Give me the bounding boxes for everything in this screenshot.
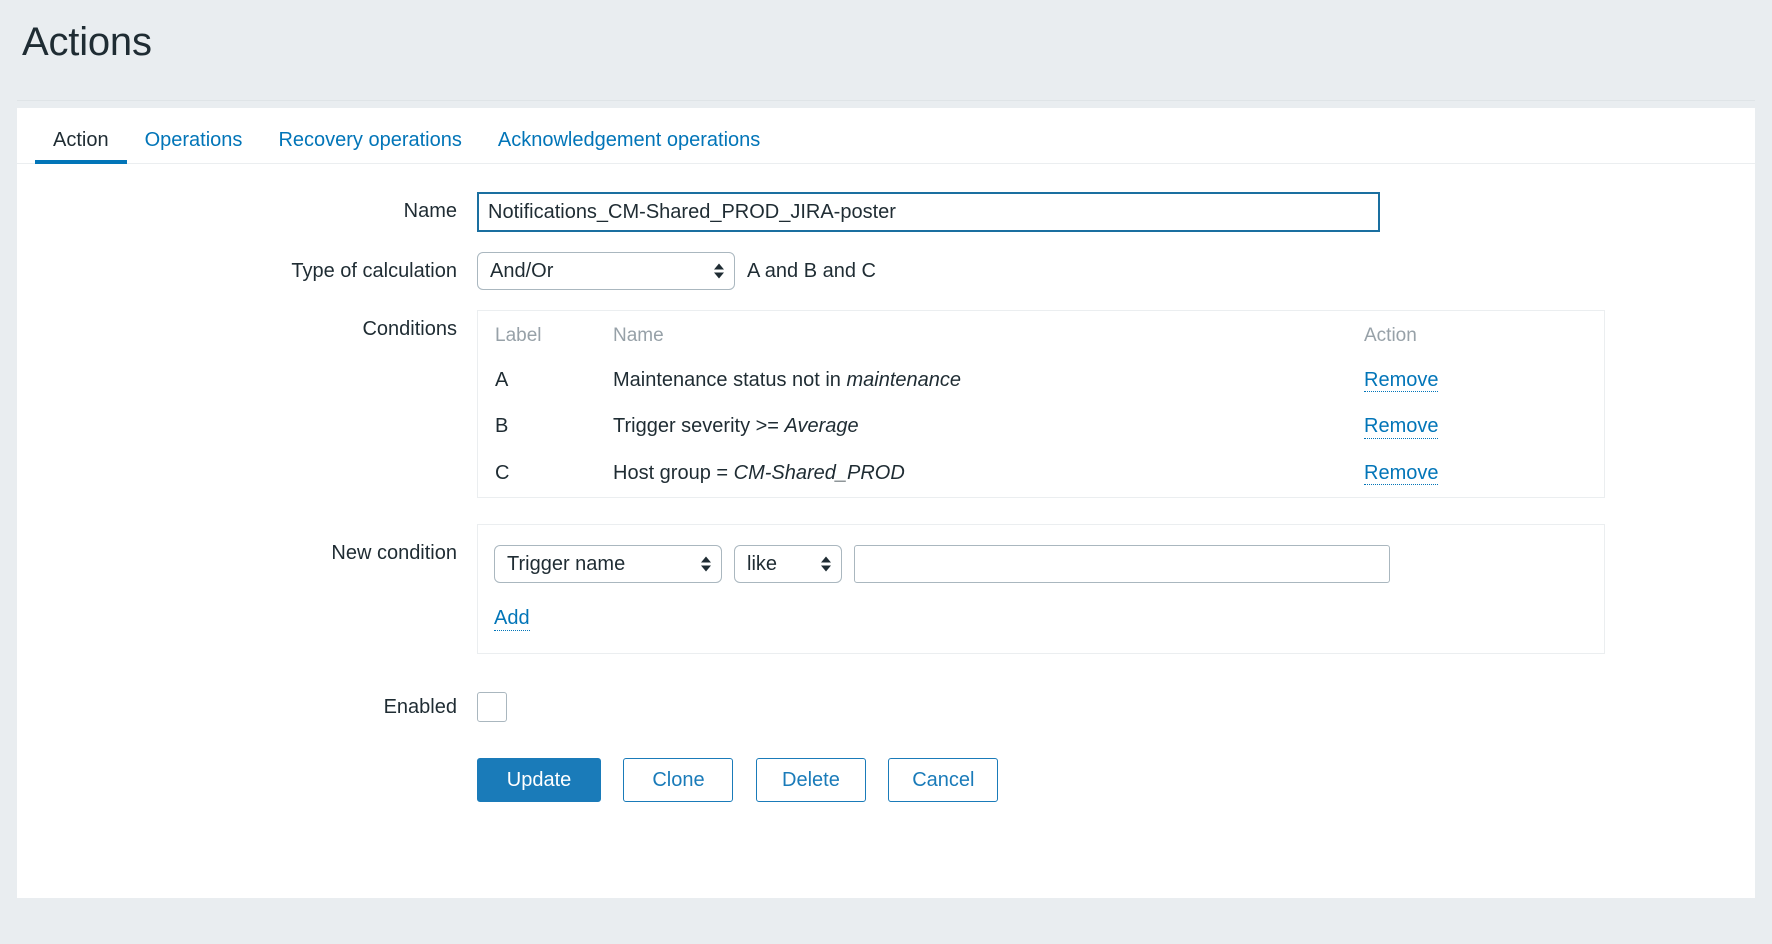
conditions-header-row: Label Name Action [478, 311, 1604, 358]
conditions-table-box: Label Name Action A Maintenance status n… [477, 310, 1605, 499]
condition-label-a: A [495, 369, 509, 391]
condition-name-c-value: CM-Shared_PROD [733, 461, 905, 484]
conditions-table: Label Name Action A Maintenance status n… [478, 311, 1604, 497]
new-condition-type-select[interactable]: Trigger name [494, 545, 722, 584]
condition-action-c: Remove [1350, 451, 1604, 497]
add-condition-link[interactable]: Add [494, 607, 530, 631]
condition-name-a-prefix: Maintenance status not in [613, 369, 847, 391]
header-divider [17, 100, 1755, 101]
delete-button[interactable]: Delete [755, 757, 866, 802]
tab-acknowledgement-operations-label: Acknowledgement operations [497, 129, 761, 151]
condition-action-a: Remove [1350, 358, 1604, 404]
buttons-wrap: Update Clone Delete Cancel [477, 757, 1755, 802]
tab-recovery-operations[interactable]: Recovery operations [260, 130, 479, 163]
form-row-calculation: Type of calculation And/Or A and B and C [17, 252, 1755, 290]
update-button[interactable]: Update [477, 757, 601, 802]
new-condition-add-wrap: Add [494, 607, 1588, 631]
calculation-formula: A and B and C [747, 260, 876, 282]
form-row-conditions: Conditions Label Name Action A Maintenan… [17, 310, 1755, 499]
page-header: Actions [0, 0, 1772, 82]
remove-condition-a-link[interactable]: Remove [1364, 369, 1439, 393]
condition-name-a: Maintenance status not in maintenance [613, 358, 1350, 404]
new-condition-box: Trigger name like Add [477, 524, 1605, 654]
tab-bar: Action Operations Recovery operations Ac… [17, 108, 1755, 164]
action-name-input[interactable] [477, 192, 1380, 232]
new-condition-operator-select[interactable]: like [734, 545, 842, 584]
condition-action-b: Remove [1350, 404, 1604, 450]
form-row-name: Name [17, 192, 1755, 232]
tab-operations-label: Operations [144, 129, 243, 151]
tab-recovery-operations-label: Recovery operations [278, 129, 462, 151]
condition-label-b: B [495, 415, 509, 438]
new-condition-value-input[interactable] [854, 545, 1390, 584]
form-row-new-condition: New condition Trigger name like Add [17, 524, 1755, 654]
name-label: Name [403, 200, 457, 222]
condition-name-c: Host group = CM-Shared_PROD [613, 451, 1350, 497]
form-row-buttons: Update Clone Delete Cancel [17, 757, 1755, 852]
condition-label-c: C [495, 461, 510, 484]
remove-condition-b-link[interactable]: Remove [1364, 415, 1439, 439]
enabled-checkbox[interactable] [477, 691, 507, 722]
table-row: C Host group = CM-Shared_PROD Remove [478, 451, 1604, 497]
calculation-field-wrap: And/Or A and B and C [477, 252, 1755, 290]
clone-button[interactable]: Clone [623, 757, 734, 802]
tab-action[interactable]: Action [35, 129, 127, 164]
tab-acknowledgement-operations[interactable]: Acknowledgement operations [480, 130, 778, 163]
remove-condition-c-link[interactable]: Remove [1364, 462, 1439, 486]
page-title: Actions [22, 20, 152, 64]
new-condition-type-select-wrap: Trigger name [494, 545, 722, 584]
calculation-select-wrap: And/Or [477, 252, 735, 290]
table-row: B Trigger severity >= Average Remove [478, 404, 1604, 450]
calculation-select[interactable]: And/Or [477, 252, 735, 290]
cancel-button[interactable]: Cancel [888, 757, 999, 802]
action-form: Name Type of calculation And/Or [17, 164, 1755, 852]
new-condition-operator-select-wrap: like [734, 545, 842, 584]
form-row-enabled: Enabled [17, 688, 1755, 726]
tab-operations[interactable]: Operations [127, 130, 261, 163]
tab-action-label: Action [53, 129, 109, 151]
conditions-field-wrap: Label Name Action A Maintenance status n… [477, 310, 1755, 499]
conditions-label: Conditions [362, 318, 457, 340]
condition-name-b-value: Average [784, 415, 859, 438]
new-condition-label: New condition [331, 542, 457, 565]
conditions-col-action: Action [1364, 325, 1417, 346]
conditions-col-name: Name [613, 325, 664, 346]
enabled-label: Enabled [383, 695, 457, 718]
new-condition-controls: Trigger name like [494, 545, 1588, 584]
calculation-label: Type of calculation [291, 260, 457, 282]
condition-name-b-prefix: Trigger severity >= [613, 415, 785, 438]
conditions-col-label: Label [495, 325, 542, 346]
condition-name-a-value: maintenance [846, 369, 962, 391]
enabled-field-wrap [477, 688, 1755, 722]
table-row: A Maintenance status not in maintenance … [478, 358, 1604, 404]
new-condition-field-wrap: Trigger name like Add [477, 524, 1755, 654]
condition-name-c-prefix: Host group = [613, 461, 734, 484]
name-field-wrap [477, 192, 1755, 232]
action-edit-panel: Action Operations Recovery operations Ac… [17, 108, 1755, 898]
condition-name-b: Trigger severity >= Average [613, 404, 1350, 450]
